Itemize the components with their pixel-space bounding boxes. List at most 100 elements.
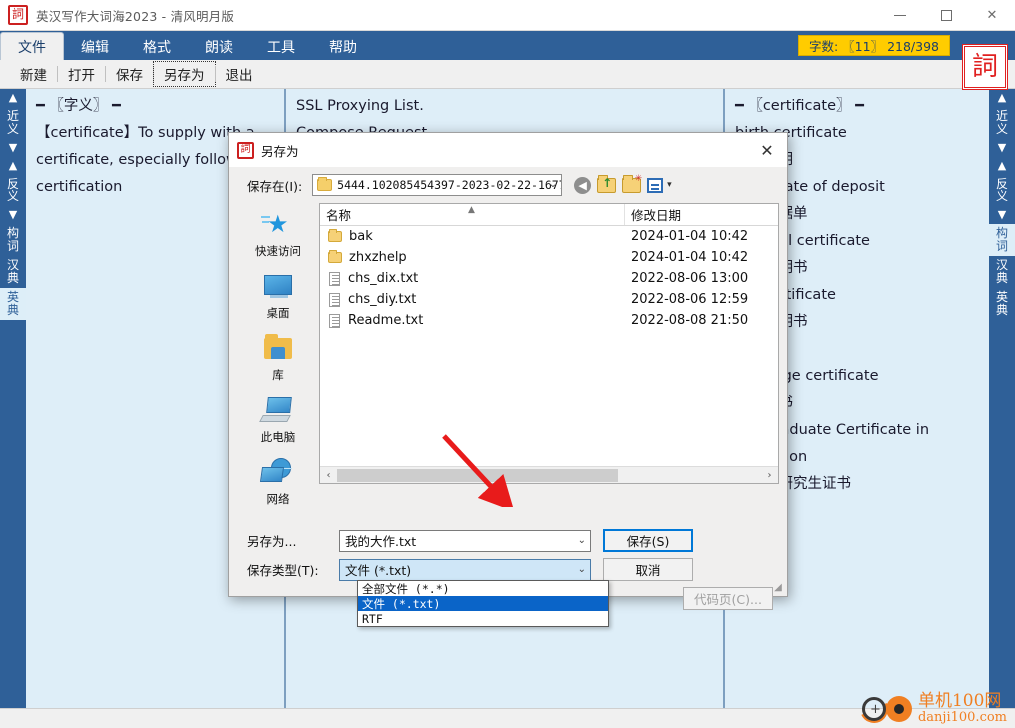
right-rail-tab-antonym[interactable]: 反义 [989, 175, 1015, 207]
word-count-badge: 字数: 〖11〗 218/398 [798, 35, 950, 56]
scrollbar-thumb[interactable] [337, 468, 618, 482]
file-name-cell: bak [320, 229, 625, 244]
file-date-cell: 2024-01-04 10:42 [631, 250, 749, 265]
file-type-dropdown-list[interactable]: 全部文件 (*.*) 文件 (*.txt) RTF [357, 580, 609, 627]
left-rail-tab-wordform[interactable]: 构词 [0, 224, 26, 256]
dropdown-option-txt[interactable]: 文件 (*.txt) [358, 596, 608, 611]
menu-item-help[interactable]: 帮助 [312, 33, 374, 61]
left-rail-tab-antonym[interactable]: 反义 [0, 175, 26, 207]
column-header-name[interactable]: 名称 ▲ [320, 204, 625, 225]
desktop-icon [261, 271, 295, 303]
file-type-value: 文件 (*.txt) [345, 563, 412, 578]
left-rail-tab-synonym[interactable]: 近义 [0, 107, 26, 139]
file-date-cell: 2022-08-06 13:00 [631, 271, 749, 286]
menu-item-tools[interactable]: 工具 [250, 33, 312, 61]
place-desktop[interactable]: 桌面 [240, 271, 316, 331]
place-this-pc[interactable]: 此电脑 [240, 395, 316, 455]
table-row[interactable]: bak 2024-01-04 10:42 [320, 226, 778, 247]
window-controls: ✕ [877, 0, 1015, 31]
place-label: 此电脑 [260, 430, 296, 444]
toolbar-new[interactable]: 新建 [10, 62, 57, 86]
file-date-cell: 2022-08-06 12:59 [631, 292, 749, 307]
table-row[interactable]: Readme.txt 2022-08-08 21:50 [320, 310, 778, 331]
table-row[interactable]: chs_diy.txt 2022-08-06 12:59 [320, 289, 778, 310]
dropdown-option-rtf[interactable]: RTF [358, 611, 608, 626]
left-rail-tab-english-dict[interactable]: 英典 [0, 288, 26, 321]
right-rail-tab-chinese-dict[interactable]: 汉典 [989, 256, 1015, 288]
right-rail-scroll-up-1[interactable]: ▲ [989, 89, 1015, 107]
watermark-logo-icon: + [856, 691, 916, 727]
place-label: 快速访问 [255, 244, 301, 258]
quick-access-star-icon: ★ [261, 209, 295, 241]
place-label: 网络 [266, 492, 290, 506]
view-mode-icon[interactable] [647, 177, 664, 193]
watermark-line-2: danji100.com [917, 710, 1007, 726]
title-bar: 英汉写作大词海2023 - 清风明月版 ✕ [0, 0, 1015, 31]
menu-item-read[interactable]: 朗读 [188, 33, 250, 61]
right-rail-scroll-up-2[interactable]: ▲ [989, 157, 1015, 175]
menu-item-edit[interactable]: 编辑 [64, 33, 126, 61]
maximize-button[interactable] [923, 0, 969, 31]
places-bar: ★ 快速访问 桌面 库 此电脑 网络 [237, 203, 319, 519]
view-mode-caret-icon[interactable]: ▾ [667, 180, 672, 190]
dialog-resize-grip-icon[interactable]: ◢ [772, 582, 784, 594]
application-window: 英汉写作大词海2023 - 清风明月版 ✕ 文件 编辑 格式 朗读 工具 帮助 … [0, 0, 1015, 728]
back-icon[interactable]: ◀ [574, 176, 592, 194]
look-in-combo[interactable]: 5444.102085454397-2023-02-22-1677065 ⌄ [312, 174, 563, 196]
network-icon [259, 457, 295, 489]
dropdown-option-all-files[interactable]: 全部文件 (*.*) [358, 581, 608, 596]
toolbar-open[interactable]: 打开 [58, 62, 105, 86]
toolbar-save[interactable]: 保存 [106, 62, 153, 86]
chevron-down-icon[interactable]: ⌄ [578, 564, 586, 575]
save-button[interactable]: 保存(S) [603, 529, 693, 552]
file-list-horizontal-scrollbar[interactable]: ‹ › [320, 466, 778, 483]
dialog-body: 保存在(I): 5444.102085454397-2023-02-22-167… [229, 167, 787, 627]
left-rail-scroll-up-1[interactable]: ▲ [0, 89, 26, 107]
menu-item-file[interactable]: 文件 [0, 32, 64, 61]
dialog-toolbar: ◀ ▾ [574, 174, 672, 194]
chevron-down-icon[interactable]: ⌄ [578, 535, 586, 546]
file-list[interactable]: 名称 ▲ 修改日期 bak 2024-01-04 10:42 zhxzhelp … [319, 203, 779, 484]
left-rail-scroll-down-2[interactable]: ▼ [0, 206, 26, 224]
right-rail: ▲ 近义 ▼ ▲ 反义 ▼ 构词 汉典 英典 [989, 89, 1015, 708]
column-header-date[interactable]: 修改日期 [625, 204, 778, 225]
cancel-button[interactable]: 取消 [603, 558, 693, 581]
left-rail-scroll-down-1[interactable]: ▼ [0, 139, 26, 157]
file-name-row: 另存为... 我的大作.txt ⌄ 保存(S) [247, 529, 775, 552]
sort-ascending-icon: ▲ [468, 205, 475, 215]
right-rail-tab-wordform[interactable]: 构词 [989, 224, 1015, 257]
toolbar-save-as[interactable]: 另存为 [153, 61, 216, 87]
dialog-title: 另存为 [261, 143, 299, 159]
table-row[interactable]: zhxzhelp 2024-01-04 10:42 [320, 247, 778, 268]
place-quick-access[interactable]: ★ 快速访问 [240, 209, 316, 269]
pane-right-header: ━ 〖certificate〗 ━ [735, 98, 864, 114]
place-network[interactable]: 网络 [240, 457, 316, 517]
scrollbar-track[interactable] [337, 467, 761, 484]
right-rail-tab-synonym[interactable]: 近义 [989, 107, 1015, 139]
right-rail-tab-english-dict[interactable]: 英典 [989, 288, 1015, 320]
left-rail-scroll-up-2[interactable]: ▲ [0, 157, 26, 175]
file-name-text: chs_dix.txt [348, 271, 419, 286]
dialog-close-icon[interactable]: ✕ [747, 133, 787, 167]
close-button[interactable]: ✕ [969, 0, 1015, 31]
file-name-cell: Readme.txt [320, 313, 625, 328]
right-rail-scroll-down-1[interactable]: ▼ [989, 139, 1015, 157]
file-name-input[interactable]: 我的大作.txt ⌄ [339, 529, 591, 552]
right-rail-scroll-down-2[interactable]: ▼ [989, 206, 1015, 224]
scroll-right-icon[interactable]: › [761, 470, 778, 481]
chevron-down-icon[interactable]: ⌄ [549, 179, 557, 190]
codepage-button[interactable]: 代码页(C)... [683, 587, 773, 610]
left-rail-tab-chinese-dict[interactable]: 汉典 [0, 256, 26, 288]
scroll-left-icon[interactable]: ‹ [320, 470, 337, 481]
this-pc-icon [259, 395, 295, 427]
new-folder-icon[interactable] [622, 174, 642, 193]
up-folder-icon[interactable] [597, 174, 617, 193]
window-title: 英汉写作大词海2023 - 清风明月版 [36, 8, 235, 24]
table-row[interactable]: chs_dix.txt 2022-08-06 13:00 [320, 268, 778, 289]
file-name-label: 另存为... [247, 534, 297, 549]
toolbar-exit[interactable]: 退出 [216, 62, 263, 86]
minimize-button[interactable] [877, 0, 923, 31]
place-libraries[interactable]: 库 [240, 333, 316, 393]
file-type-select[interactable]: 文件 (*.txt) ⌄ [339, 558, 591, 581]
menu-item-format[interactable]: 格式 [126, 33, 188, 61]
